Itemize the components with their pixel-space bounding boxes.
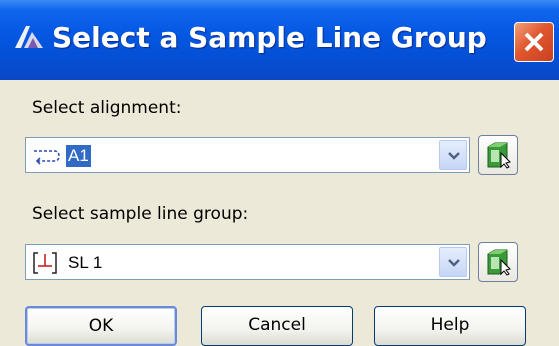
app-icon [12,22,46,52]
chevron-down-icon [448,259,460,267]
alignment-icon [32,145,62,167]
sample-line-group-combo[interactable]: SL 1 [25,244,470,280]
sample-line-group-value: SL 1 [68,253,103,272]
alignment-combo[interactable]: A1 [25,137,470,173]
title-bar[interactable]: Select a Sample Line Group [0,0,559,80]
help-button[interactable]: Help [374,306,526,346]
chevron-down-icon [448,152,460,160]
window-title: Select a Sample Line Group [52,21,487,54]
alignment-dropdown-button[interactable] [439,140,467,170]
pick-from-drawing-icon [487,142,511,169]
pick-sample-line-group-button[interactable] [478,242,518,282]
sample-line-group-dropdown-button[interactable] [439,247,467,277]
ok-button[interactable]: OK [25,306,177,346]
sample-line-group-label: Select sample line group: [32,204,249,224]
pick-alignment-button[interactable] [478,135,518,175]
alignment-value: A1 [66,145,91,167]
alignment-label: Select alignment: [32,98,182,118]
sample-line-group-icon [32,252,62,274]
close-button[interactable] [514,22,554,62]
close-icon [524,32,544,52]
cancel-button[interactable]: Cancel [201,306,353,346]
pick-from-drawing-icon [487,249,511,276]
